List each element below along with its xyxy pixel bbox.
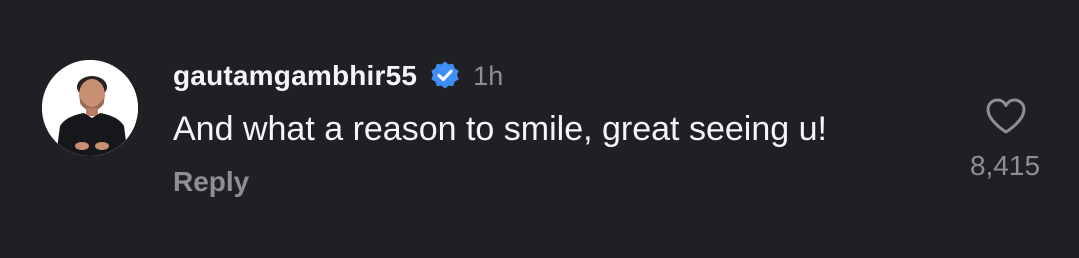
avatar[interactable] <box>42 60 138 156</box>
verified-badge-icon <box>429 60 461 92</box>
heart-icon <box>986 98 1026 134</box>
comment-header: gautamgambhir55 1h <box>173 56 503 96</box>
reply-button[interactable]: Reply <box>173 166 249 198</box>
timestamp: 1h <box>473 60 504 91</box>
like-count: 8,415 <box>969 150 1041 181</box>
comment-item: gautamgambhir55 1h And what a reason to … <box>0 0 1079 258</box>
username-link[interactable]: gautamgambhir55 <box>173 60 417 92</box>
like-button[interactable] <box>985 97 1027 135</box>
profile-photo <box>42 60 138 156</box>
comment-text: And what a reason to smile, great seeing… <box>173 110 827 148</box>
